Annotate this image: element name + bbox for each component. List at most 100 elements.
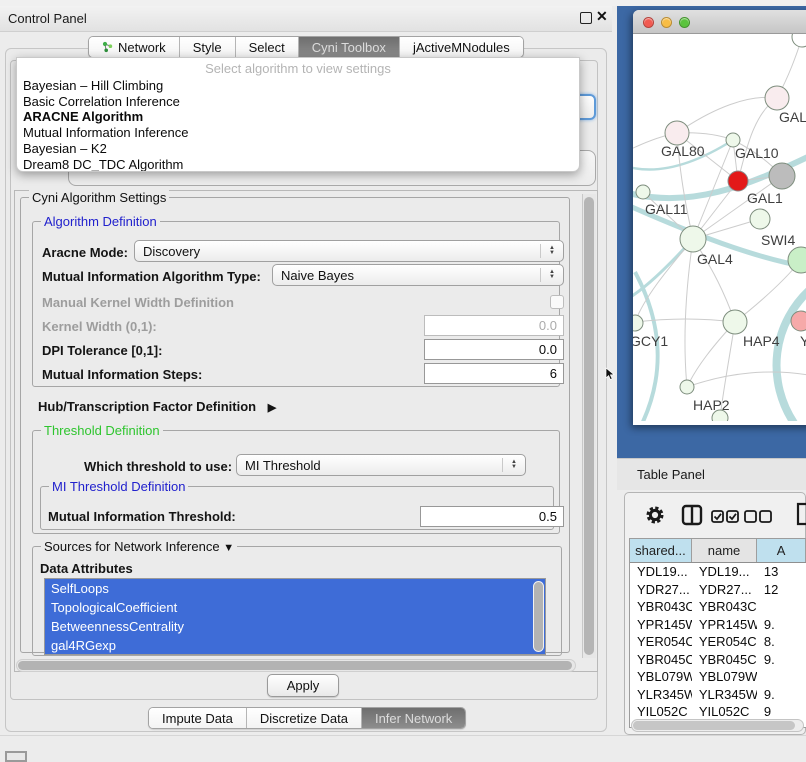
table-cell: YBR045C bbox=[630, 651, 692, 669]
tab-label: Select bbox=[249, 40, 285, 55]
mi-threshold-value: 0.5 bbox=[539, 509, 557, 524]
float-panel-icon[interactable] bbox=[580, 12, 592, 24]
network-node-swi4[interactable] bbox=[788, 247, 806, 273]
checked-boxes-icon[interactable] bbox=[711, 510, 739, 523]
split-columns-icon[interactable] bbox=[681, 504, 703, 526]
node-label: GCY1 bbox=[633, 333, 668, 349]
tab-infer-network[interactable]: Infer Network bbox=[362, 708, 465, 728]
node-table[interactable]: shared...nameA YDL19...YDL19...13YDR27..… bbox=[629, 538, 806, 728]
algorithm-option[interactable]: ARACNE Algorithm bbox=[17, 109, 579, 125]
table-cell: 9. bbox=[757, 616, 806, 634]
network-edge bbox=[777, 286, 806, 421]
network-node-gal1[interactable] bbox=[750, 209, 770, 229]
table-cell: YLR345W bbox=[630, 686, 692, 704]
mi-threshold-field[interactable]: 0.5 bbox=[420, 506, 564, 527]
attribute-item[interactable]: gal4RGexp bbox=[45, 636, 545, 655]
tab-label: jActiveMNodules bbox=[413, 40, 510, 55]
algorithm-option[interactable]: Basic Correlation Inference bbox=[17, 94, 579, 110]
algorithm-option[interactable]: Bayesian – Hill Climbing bbox=[17, 78, 579, 94]
column-header-name[interactable]: name bbox=[692, 539, 757, 562]
settings-hscroll-thumb[interactable] bbox=[18, 661, 572, 670]
hub-definition-toggle[interactable]: Hub/Transcription Factor Definition ▶ bbox=[38, 399, 276, 414]
algorithm-option[interactable]: Dream8 DC_TDC Algorithm bbox=[17, 157, 579, 172]
mi-steps-field[interactable]: 6 bbox=[424, 363, 564, 384]
table-row[interactable]: YBR045CYBR045C9. bbox=[630, 651, 806, 669]
table-hscroll-thumb[interactable] bbox=[633, 721, 795, 730]
network-node-gcy1[interactable] bbox=[633, 315, 643, 331]
document-icon[interactable] bbox=[796, 502, 806, 526]
list-scrollbar[interactable] bbox=[533, 581, 544, 652]
network-node-gal4[interactable] bbox=[680, 226, 706, 252]
kernel-width-label: Kernel Width (0,1): bbox=[42, 319, 157, 334]
table-cell: YBR045C bbox=[692, 651, 757, 669]
network-graph[interactable]: GALGAL80GAL10GAL1GAL11GAL4SWI4GCY1HAP4YH… bbox=[633, 34, 806, 421]
network-node[interactable] bbox=[712, 410, 728, 421]
table-cell: YDR27... bbox=[692, 581, 757, 599]
data-attributes-label: Data Attributes bbox=[40, 561, 133, 576]
column-header-shared[interactable]: shared... bbox=[630, 539, 692, 562]
network-node-gal11[interactable] bbox=[636, 185, 650, 199]
unchecked-boxes-icon[interactable] bbox=[744, 510, 772, 523]
network-icon bbox=[102, 41, 113, 53]
minimize-window-icon[interactable] bbox=[661, 17, 672, 28]
which-threshold-combo[interactable]: MI Threshold ▲▼ bbox=[236, 454, 526, 476]
table-row[interactable]: YDL19...YDL19...13 bbox=[630, 563, 806, 581]
aracne-mode-value: Discovery bbox=[143, 244, 200, 259]
settings-vscroll-thumb[interactable] bbox=[584, 197, 594, 655]
close-panel-icon[interactable]: ✕ bbox=[596, 8, 608, 25]
table-row[interactable]: YBL079WYBL079W bbox=[630, 668, 806, 686]
gear-icon[interactable] bbox=[644, 504, 666, 526]
tab-jactivemnodules[interactable]: jActiveMNodules bbox=[400, 37, 523, 57]
tab-select[interactable]: Select bbox=[236, 37, 299, 57]
network-node-y[interactable] bbox=[791, 311, 806, 331]
network-node[interactable] bbox=[769, 163, 795, 189]
table-cell bbox=[757, 598, 806, 616]
network-canvas[interactable]: GALGAL80GAL10GAL1GAL11GAL4SWI4GCY1HAP4YH… bbox=[633, 34, 806, 421]
table-row[interactable]: YPR145WYPR145W9. bbox=[630, 616, 806, 634]
kernel-width-field[interactable]: 0.0 bbox=[424, 315, 564, 336]
manual-kernel-checkbox[interactable] bbox=[550, 295, 564, 309]
tab-impute-data[interactable]: Impute Data bbox=[149, 708, 247, 728]
tab-label: Cyni Toolbox bbox=[312, 40, 386, 55]
table-row[interactable]: YER054CYER054C8. bbox=[630, 633, 806, 651]
apply-button[interactable]: Apply bbox=[267, 674, 339, 697]
tab-discretize-data[interactable]: Discretize Data bbox=[247, 708, 362, 728]
mi-threshold-group-title: MI Threshold Definition bbox=[49, 479, 188, 494]
tab-cyni-toolbox[interactable]: Cyni Toolbox bbox=[299, 37, 400, 57]
mi-threshold-label: Mutual Information Threshold: bbox=[48, 509, 236, 524]
table-row[interactable]: YIL052CYIL052C9 bbox=[630, 703, 806, 721]
network-node-hap2[interactable] bbox=[680, 380, 694, 394]
dpi-tolerance-field[interactable]: 0.0 bbox=[424, 339, 564, 360]
expanded-arrow-icon[interactable]: ▼ bbox=[223, 542, 234, 554]
tab-network[interactable]: Network bbox=[89, 37, 180, 57]
table-header-row: shared...nameA bbox=[630, 539, 806, 563]
network-node[interactable] bbox=[728, 171, 748, 191]
network-window-titlebar[interactable] bbox=[633, 10, 806, 34]
table-cell: YBR043C bbox=[692, 598, 757, 616]
data-attributes-list[interactable]: SelfLoopsTopologicalCoefficientBetweenne… bbox=[44, 578, 546, 655]
network-node-gal80[interactable] bbox=[665, 121, 689, 145]
network-node-hap4[interactable] bbox=[723, 310, 747, 334]
attribute-item[interactable]: SelfLoops bbox=[45, 579, 545, 598]
node-label: HAP4 bbox=[743, 333, 780, 349]
table-row[interactable]: YLR345WYLR345W9. bbox=[630, 686, 806, 704]
stepper-icon: ▲▼ bbox=[502, 458, 517, 472]
attribute-item[interactable]: BetweennessCentrality bbox=[45, 617, 545, 636]
control-panel-title: Control Panel bbox=[0, 11, 87, 26]
apply-button-label: Apply bbox=[287, 678, 320, 693]
table-row[interactable]: YDR27...YDR27...12 bbox=[630, 581, 806, 599]
attribute-item[interactable]: TopologicalCoefficient bbox=[45, 598, 545, 617]
algorithm-option[interactable]: Bayesian – K2 bbox=[17, 141, 579, 157]
tab-style[interactable]: Style bbox=[180, 37, 236, 57]
table-row[interactable]: YBR043CYBR043C bbox=[630, 598, 806, 616]
network-node[interactable] bbox=[792, 34, 806, 47]
aracne-mode-combo[interactable]: Discovery ▲▼ bbox=[134, 240, 564, 262]
node-label: GAL1 bbox=[747, 190, 783, 206]
zoom-window-icon[interactable] bbox=[679, 17, 690, 28]
resize-grip[interactable] bbox=[5, 751, 27, 762]
network-node-gal[interactable] bbox=[765, 86, 789, 110]
mi-type-combo[interactable]: Naive Bayes ▲▼ bbox=[272, 264, 564, 286]
column-header-a[interactable]: A bbox=[757, 539, 806, 562]
close-window-icon[interactable] bbox=[643, 17, 654, 28]
algorithm-option[interactable]: Mutual Information Inference bbox=[17, 125, 579, 141]
